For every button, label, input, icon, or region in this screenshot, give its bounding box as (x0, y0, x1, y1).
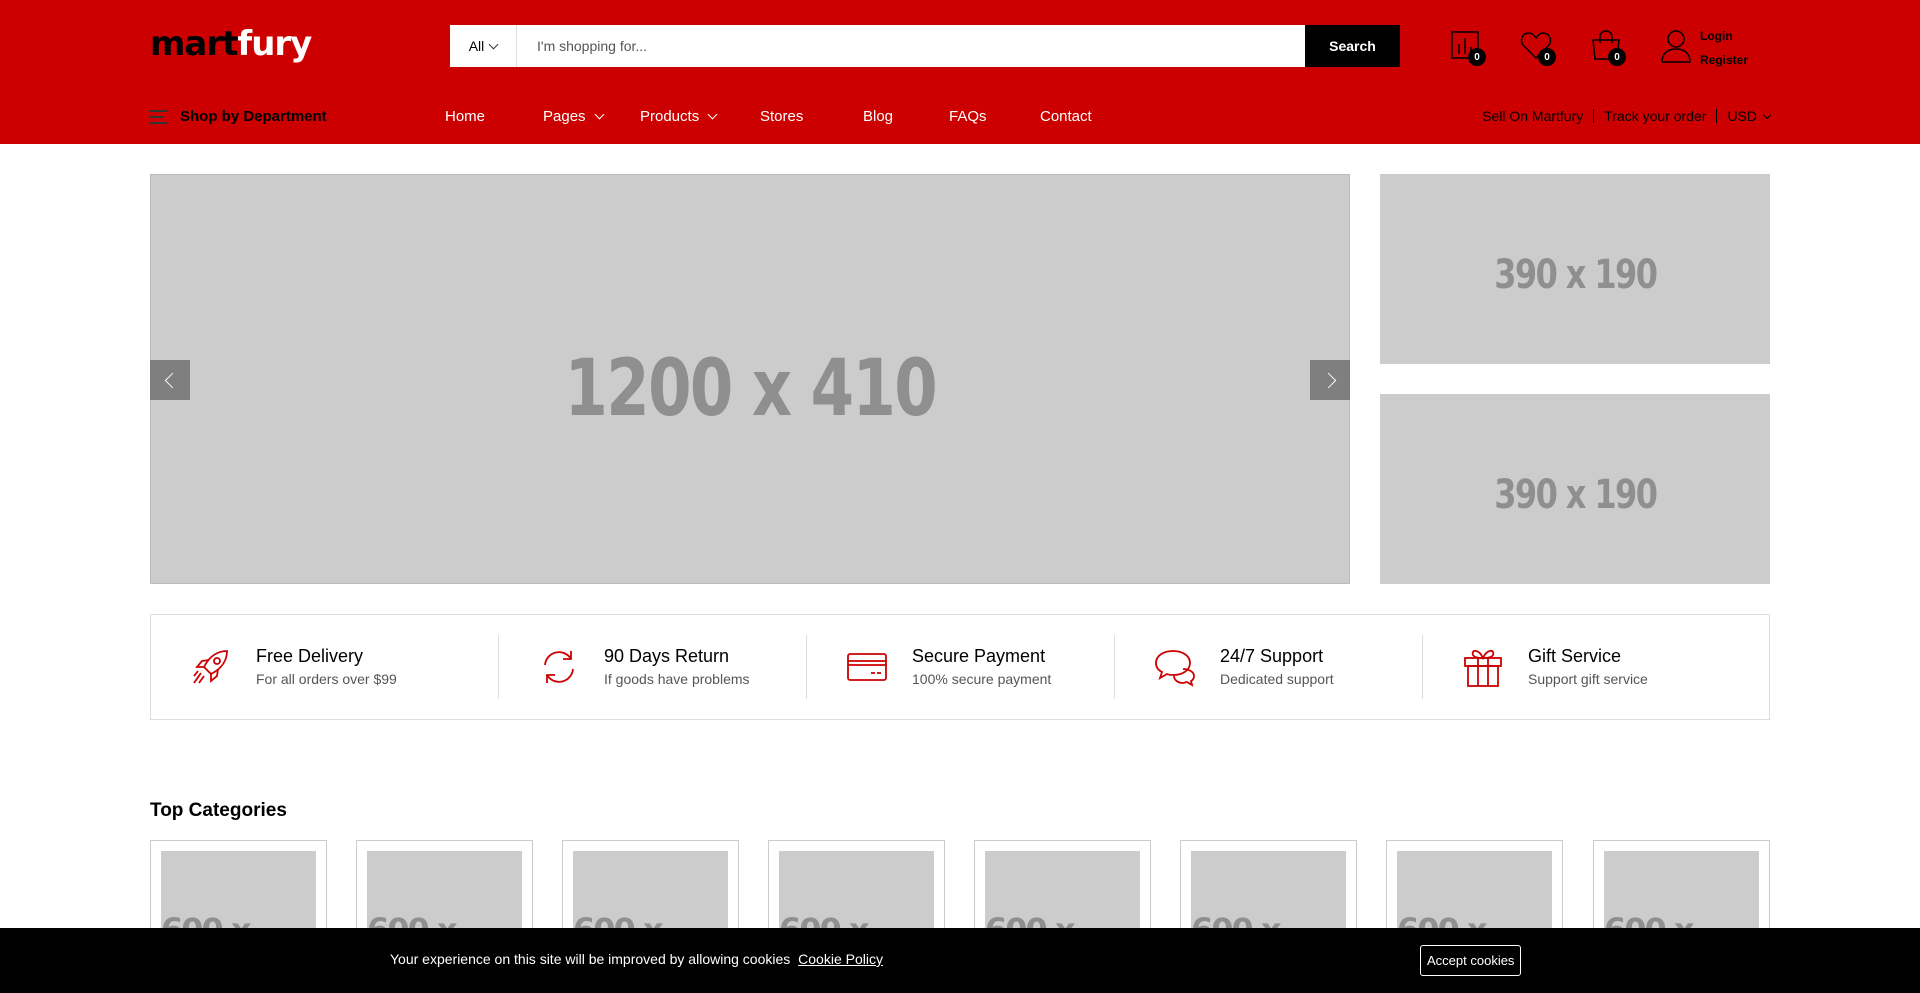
feature-title: Secure Payment (912, 646, 1046, 666)
nav-label: Pages (543, 108, 586, 125)
chevron-down-icon (488, 39, 499, 49)
logo-text-mart: mart (150, 24, 238, 64)
nav-label: Blog (863, 108, 894, 125)
feature-subtitle: If goods have problems (604, 671, 750, 687)
rocket-icon (193, 650, 228, 684)
top-categories-heading: Top Categories (150, 800, 287, 821)
banner-placeholder-text: 390 x 190 (1493, 472, 1658, 518)
feature-title: Gift Service (1528, 646, 1622, 666)
track-order-link[interactable]: Track your order (1604, 108, 1706, 124)
site-logo[interactable]: martfury (150, 24, 312, 64)
credit-card-icon (847, 653, 887, 681)
account-area: Login Register (1660, 24, 1760, 70)
search-button[interactable]: Search (1305, 25, 1400, 67)
nav-item-products[interactable]: Products (640, 108, 760, 125)
feature-subtitle: Dedicated support (1220, 671, 1334, 687)
nav-item-contact[interactable]: Contact (1040, 108, 1092, 125)
site-header: martfury All Search 0 0 0 (0, 0, 1920, 144)
gift-icon (1464, 649, 1502, 687)
login-link[interactable]: Login (1700, 24, 1748, 48)
cookie-policy-link[interactable]: Cookie Policy (798, 951, 883, 967)
slider-next-button[interactable] (1310, 360, 1350, 400)
currency-select[interactable]: USD (1727, 108, 1772, 124)
wishlist-count-badge: 0 (1538, 48, 1556, 66)
divider (1716, 109, 1718, 123)
nav-label: FAQs (949, 108, 987, 125)
cookie-bar: Your experience on this site will be imp… (0, 928, 1920, 993)
shop-by-department-button[interactable]: Shop by Department (150, 108, 327, 125)
search-category-select[interactable]: All (450, 25, 517, 67)
nav-links: Home Pages Products Stores Blog FAQs Con… (445, 108, 1092, 125)
chevron-down-icon (707, 109, 718, 120)
side-banner-bottom[interactable]: 390 x 190 (1380, 394, 1770, 584)
accept-cookies-button[interactable]: Accept cookies (1420, 945, 1522, 976)
feature-item: Secure Payment 100% secure payment (807, 615, 1115, 719)
register-link[interactable]: Register (1700, 48, 1748, 72)
side-banner-top[interactable]: 390 x 190 (1380, 174, 1770, 364)
divider (1593, 109, 1595, 123)
feature-title: 90 Days Return (604, 646, 730, 666)
user-icon (1661, 30, 1691, 63)
menu-icon (150, 109, 168, 124)
chevron-right-icon (1320, 372, 1336, 388)
nav-utility-links: Sell On Martfury Track your order USD (1482, 108, 1772, 124)
cookie-message-text: Your experience on this site will be imp… (390, 951, 791, 967)
return-icon (544, 651, 574, 683)
chat-icon (1155, 650, 1195, 687)
cart-button[interactable]: 0 (1588, 28, 1626, 66)
banner-placeholder-text: 1200 x 410 (564, 344, 937, 434)
chevron-down-icon (594, 109, 604, 120)
feature-subtitle: 100% secure payment (912, 671, 1052, 687)
banner-placeholder-text: 390 x 190 (1493, 252, 1658, 298)
nav-label: Contact (1040, 108, 1092, 125)
nav-item-pages[interactable]: Pages (543, 108, 640, 125)
department-label: Shop by Department (180, 108, 327, 125)
chevron-left-icon (164, 372, 180, 388)
main-navigation: Shop by Department Home Pages Products S… (0, 100, 1920, 138)
nav-label: Home (445, 108, 486, 125)
feature-subtitle: For all orders over $99 (256, 671, 397, 687)
wishlist-button[interactable]: 0 (1518, 28, 1556, 66)
cookie-message: Your experience on this site will be imp… (390, 951, 883, 967)
logo-text-fury: fury (237, 24, 312, 64)
feature-title: Free Delivery (256, 646, 364, 666)
nav-item-stores[interactable]: Stores (760, 108, 863, 125)
nav-label: Stores (760, 108, 804, 125)
nav-label: Products (640, 108, 700, 125)
feature-title: 24/7 Support (1220, 646, 1324, 666)
nav-item-faqs[interactable]: FAQs (949, 108, 1040, 125)
feature-item: Gift Service Support gift service (1423, 615, 1769, 719)
cart-count-badge: 0 (1608, 48, 1626, 66)
features-strip: Free Delivery For all orders over $99 90… (150, 614, 1770, 720)
nav-item-home[interactable]: Home (445, 108, 543, 125)
feature-subtitle: Support gift service (1528, 671, 1648, 687)
feature-item: 90 Days Return If goods have problems (499, 615, 807, 719)
feature-item: Free Delivery For all orders over $99 (151, 615, 499, 719)
compare-count-badge: 0 (1468, 48, 1486, 66)
currency-label: USD (1727, 108, 1757, 124)
search-input[interactable] (517, 25, 1305, 67)
chevron-down-icon (1762, 110, 1772, 119)
slider-prev-button[interactable] (150, 360, 190, 400)
nav-item-blog[interactable]: Blog (863, 108, 949, 125)
main-banner-slider[interactable]: 1200 x 410 (150, 174, 1350, 584)
compare-button[interactable]: 0 (1448, 28, 1486, 66)
feature-item: 24/7 Support Dedicated support (1115, 615, 1423, 719)
sell-on-link[interactable]: Sell On Martfury (1482, 108, 1583, 124)
search-category-label: All (468, 38, 485, 54)
search-bar: All Search (450, 25, 1400, 67)
